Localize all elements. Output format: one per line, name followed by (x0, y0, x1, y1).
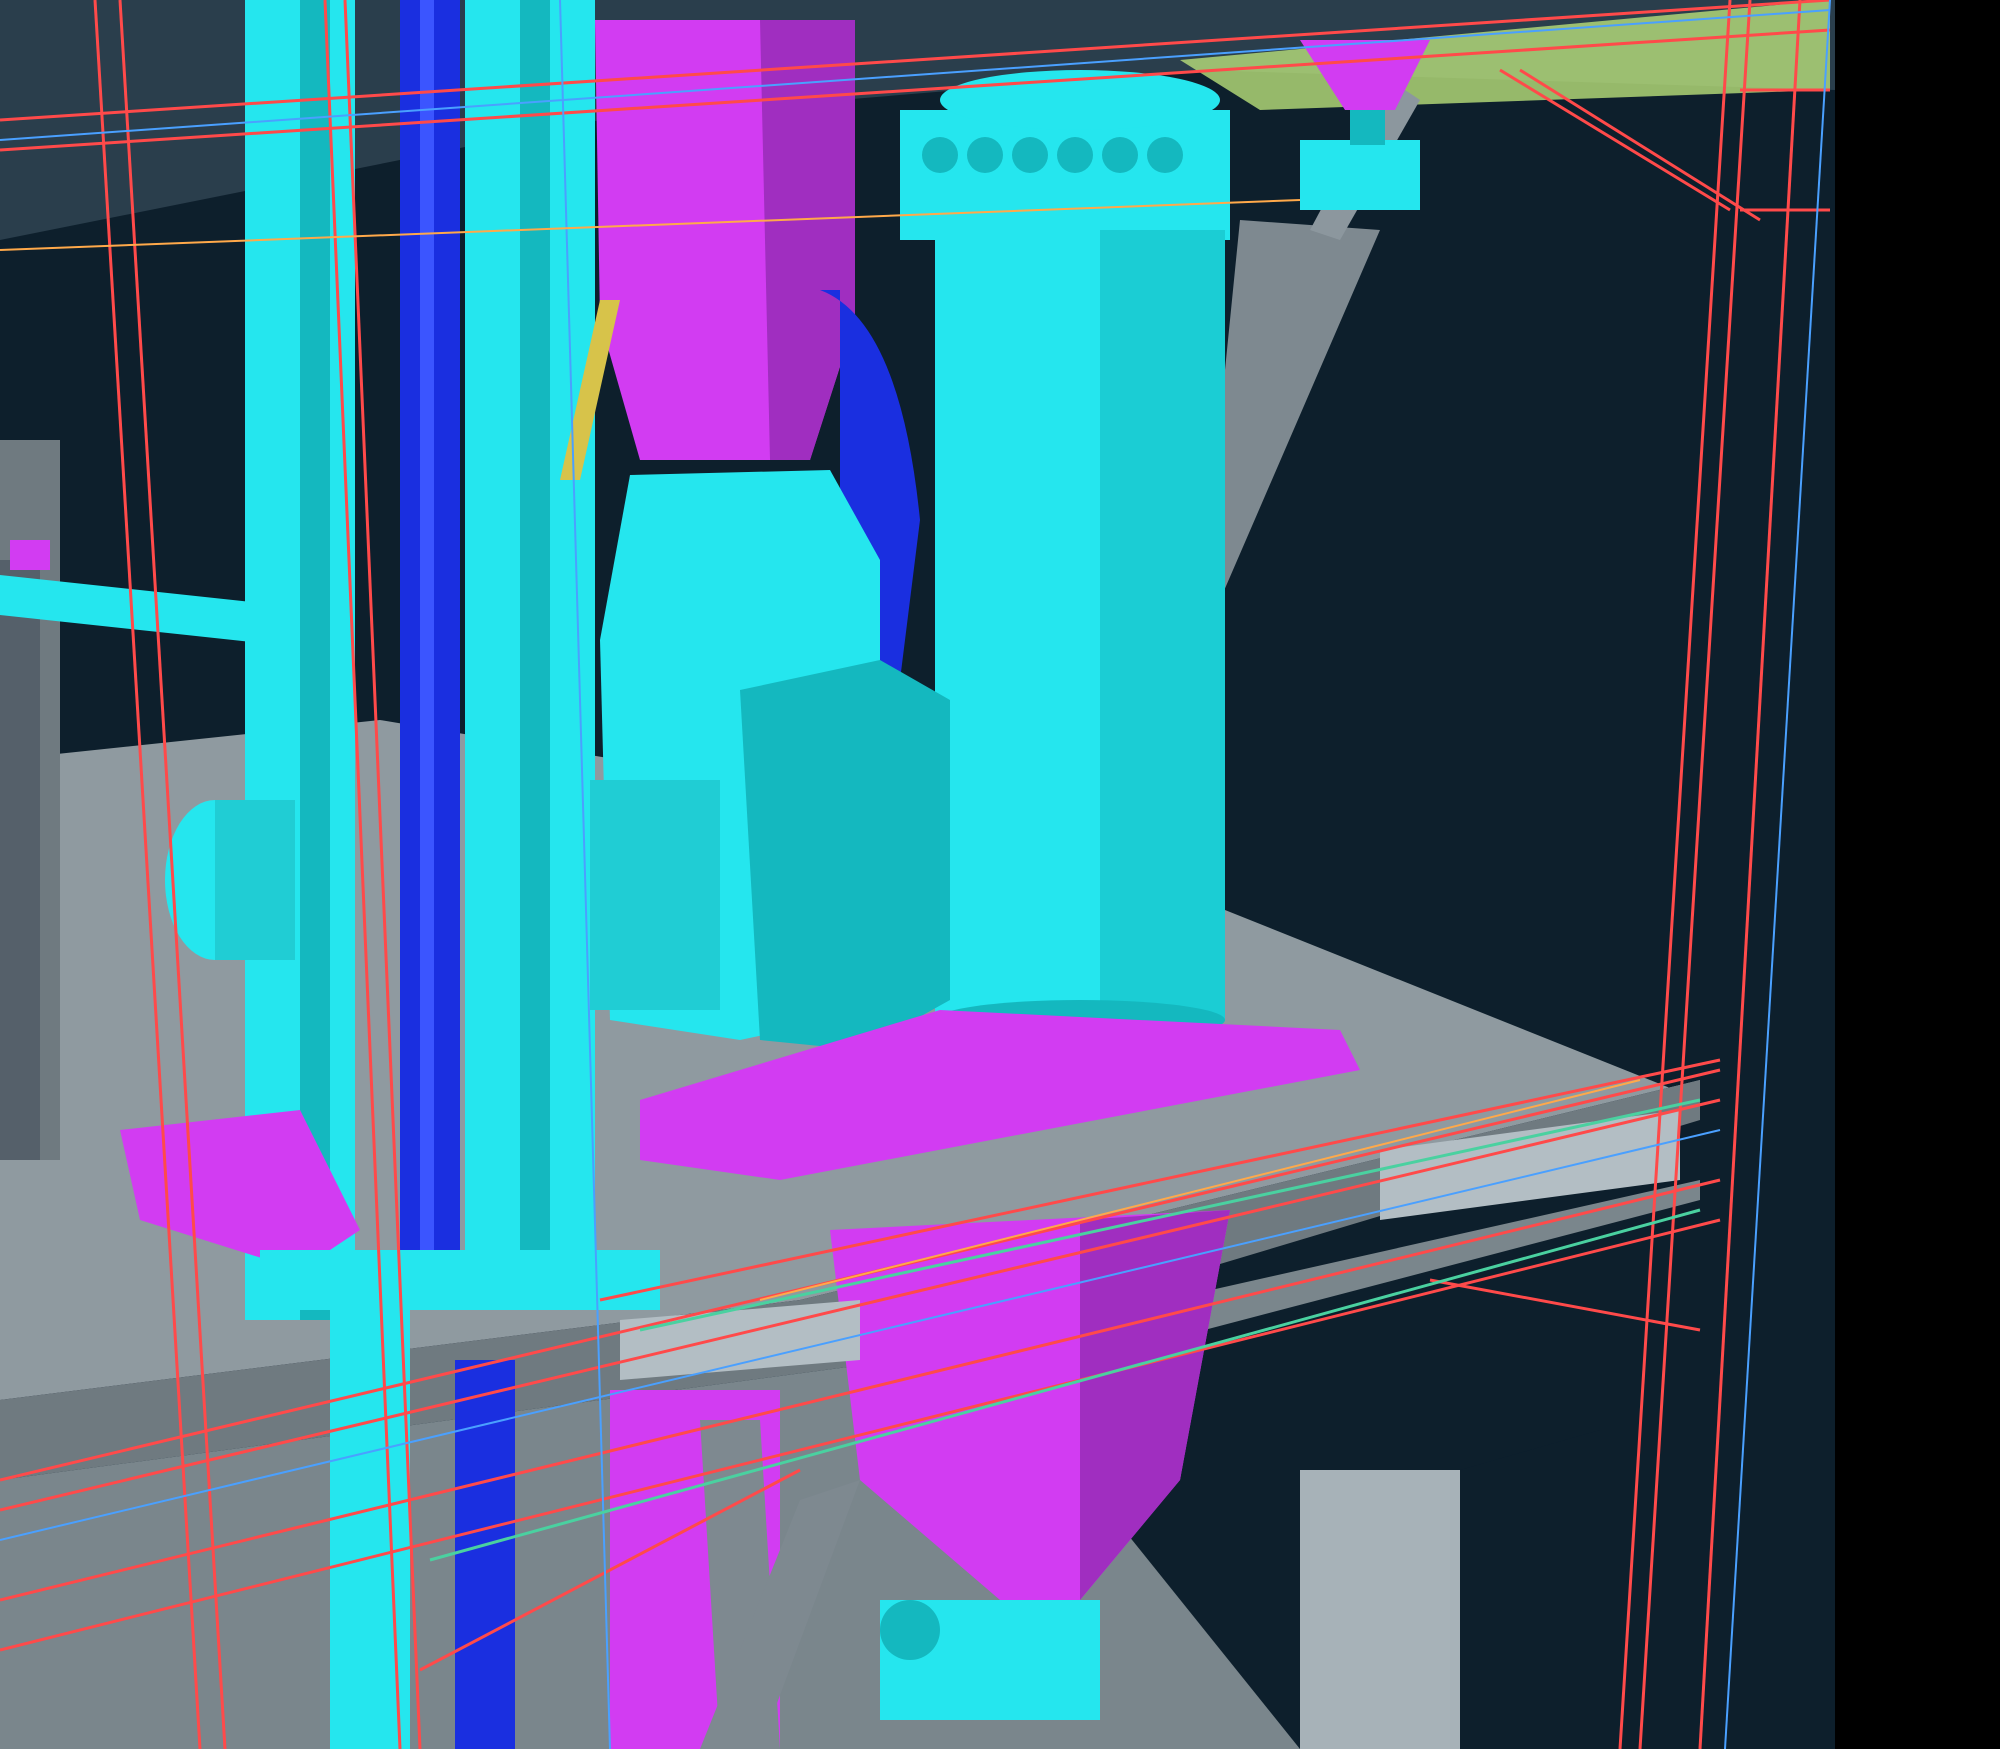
rotary-valve-motor (880, 1600, 940, 1660)
filter-cylinder-shade (1100, 230, 1225, 1020)
pipe-flange (10, 540, 50, 570)
column-cyan-2-shade (520, 0, 550, 1280)
blue-pipe-lower (455, 1360, 515, 1749)
left-wall-shadow (0, 560, 40, 1160)
fan-housing-shade (740, 660, 950, 1050)
lower-doorway (1460, 1430, 1600, 1749)
top-hopper-collar (1300, 140, 1420, 210)
top-hopper-neck (1350, 110, 1385, 145)
model-scene[interactable] (0, 0, 2000, 1749)
lower-wall-block (1300, 1470, 1460, 1749)
viewport-margin (1835, 0, 2000, 1749)
fan-motor (590, 780, 720, 1010)
model-viewport[interactable] (0, 0, 2000, 1749)
column-base-plate (260, 1250, 660, 1310)
blue-pipe-highlight (420, 0, 434, 1280)
motor-body (215, 800, 295, 960)
